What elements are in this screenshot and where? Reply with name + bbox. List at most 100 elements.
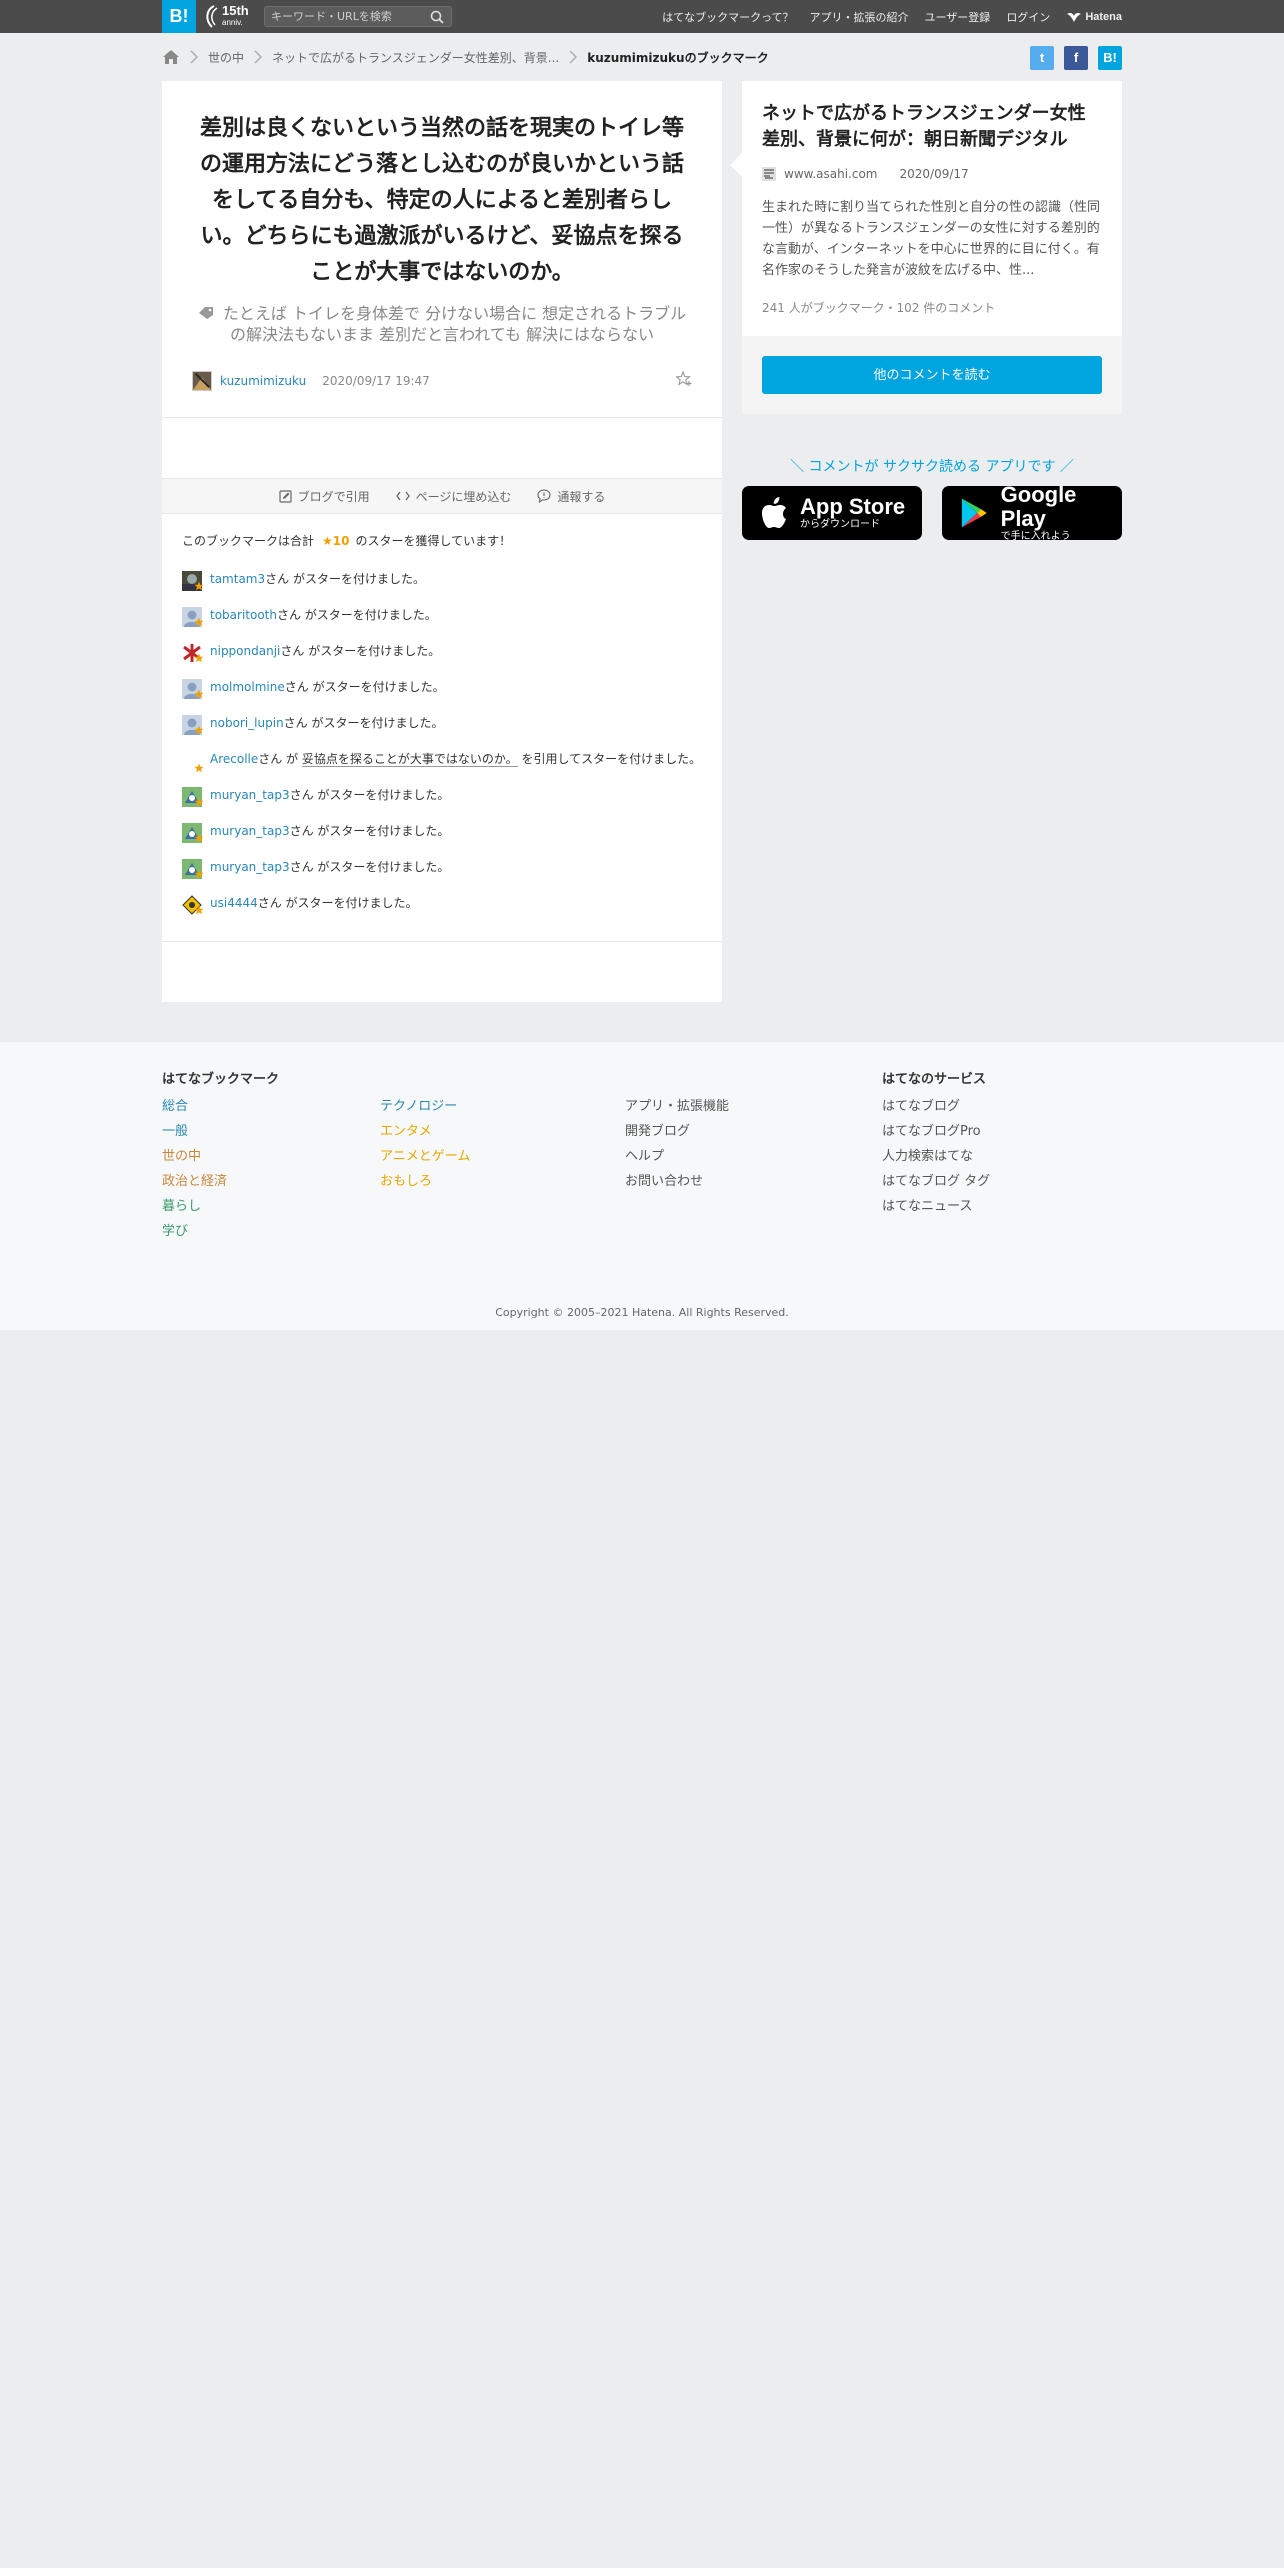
star-user-link[interactable]: nippondanji [210,644,280,658]
laurel-icon [206,5,218,28]
hatena-bookmark-logo[interactable]: B! [162,0,196,33]
edit-icon [278,489,292,503]
star-row: nobori_lupinさん がスターを付けました。 [182,715,702,751]
entry-description: 生まれた時に割り当てられた性別と自分の性の認識（性同一性）が異なるトランスジェン… [762,200,1101,278]
hatena-logo-text: Hatena [1085,10,1122,23]
app-promo-text: ＼ コメントが サクサク読める アプリです ／ [790,459,1074,475]
footer-link[interactable]: お問い合わせ [625,1169,729,1194]
search-icon[interactable] [430,10,444,24]
star-row-text: さん がスターを付けました。 [280,644,441,658]
bookmark-tags: たとえば トイレを身体差で 分けない場合に 想定されるトラブル の解決法もないま… [192,303,692,345]
favicon-icon [762,167,776,181]
star-row-text: さん がスターを付けました。 [289,788,450,802]
app-store-button[interactable]: App Store からダウンロード [742,486,922,540]
star-row-quote: Arecolleさん が 妥協点を探ることが大事ではないのか。 を引用してスター… [182,751,702,787]
hatena-share-button[interactable]: B! [1098,46,1122,70]
twitter-share-button[interactable]: t [1030,46,1054,70]
footer-category-link[interactable]: 政治と経済 [162,1169,227,1194]
15th-anniversary-logo: 15th anniv. [202,4,254,29]
star-user-link[interactable]: usi4444 [210,896,258,910]
footer-service-link[interactable]: はてなブログPro [882,1119,990,1144]
read-comments-button[interactable]: 他のコメントを読む [762,356,1102,394]
stars-summary-suffix: のスターを獲得しています！ [355,534,512,548]
star-user-link[interactable]: Arecolle [210,752,258,766]
star-user-link[interactable]: muryan_tap3 [210,824,290,838]
entry-stats[interactable]: 241 人がブックマーク・102 件のコメント [762,299,1102,336]
breadcrumb-current: kuzumimizukuのブックマーク [587,50,769,65]
star-icon [194,581,204,591]
star-row-text: を引用してスターを付けました。 [517,752,702,766]
bookmark-user-link[interactable]: kuzumimizuku [220,374,306,388]
footer-link[interactable]: ヘルプ [625,1144,729,1169]
star-quote: 妥協点を探ることが大事ではないのか。 [301,752,518,767]
ad-space-bottom [162,942,722,1002]
footer-category-link[interactable]: 学び [162,1219,227,1244]
avatar[interactable] [192,371,212,391]
star-icon [194,763,204,773]
tags-line-1[interactable]: たとえば トイレを身体差で 分けない場合に 想定されるトラブル [223,304,686,323]
main-content: 差別は良くないという当然の話を現実のトイレ等の運用方法にどう落とし込むのが良いか… [162,81,1122,1002]
nav-apps[interactable]: アプリ・拡張の紹介 [810,9,909,25]
footer-categories-col1: 総合 一般 世の中 政治と経済 暮らし 学び [162,1094,227,1244]
footer-category-link[interactable]: 総合 [162,1094,227,1119]
entry-meta: www.asahi.com 2020/09/17 [762,167,1102,181]
report-button[interactable]: 通報する [537,488,605,505]
nav-about[interactable]: はてなブックマークって？ [662,9,793,25]
facebook-share-button[interactable]: f [1064,46,1088,70]
footer-services-col: はてなブログ はてなブログPro 人力検索はてな はてなブログ タグ はてなニュ… [882,1094,990,1219]
footer-services-heading: はてなのサービス [882,1072,987,1087]
star-row: tamtam3さん がスターを付けました。 [182,571,702,607]
star-user-link[interactable]: tamtam3 [210,572,265,586]
nav-register[interactable]: ユーザー登録 [925,9,991,25]
google-play-button[interactable]: Google Play で手に入れよう [942,483,1122,542]
apple-icon [762,497,786,528]
footer-service-link[interactable]: はてなブログ タグ [882,1169,990,1194]
star-user-link[interactable]: nobori_lupin [210,716,284,730]
entry-domain[interactable]: www.asahi.com [784,167,878,181]
footer-service-link[interactable]: はてなブログ [882,1094,990,1119]
blog-quote-button[interactable]: ブログで引用 [278,488,370,505]
footer-category-link[interactable]: アニメとゲーム [380,1144,470,1169]
breadcrumb-entry[interactable]: ネットで広がるトランスジェンダー女性差別、背景... [272,49,559,66]
star-icon [194,833,204,843]
search-input[interactable] [271,8,421,25]
footer-category-link[interactable]: エンタメ [380,1119,470,1144]
bookmark-comment: 差別は良くないという当然の話を現実のトイレ等の運用方法にどう落とし込むのが良いか… [199,116,684,285]
bookmark-actions: ブログで引用 ページに埋め込む 通報する [162,479,722,514]
star-user-link[interactable]: tobaritooth [210,608,277,622]
star-user-link[interactable]: molmolmine [210,680,285,694]
home-icon[interactable] [162,49,180,65]
star-user-link[interactable]: muryan_tap3 [210,860,290,874]
top-nav: はてなブックマークって？ アプリ・拡張の紹介 ユーザー登録 ログイン Haten… [646,0,1122,33]
anniversary-number: 15th anniv. [222,4,249,28]
bookmark-comment-block: 差別は良くないという当然の話を現実のトイレ等の運用方法にどう落とし込むのが良いか… [162,81,722,418]
star-row-text: さん がスターを付けました。 [265,572,425,586]
footer-category-link[interactable]: 暮らし [162,1194,227,1219]
star-icon [194,905,204,915]
entry-title[interactable]: ネットで広がるトランスジェンダー女性差別、背景に何が：朝日新聞デジタル [762,101,1102,153]
stars-section: このブックマークは合計 ★10 のスターを獲得しています！ tamtam3さん がス… [162,514,722,942]
bookmark-panel: 差別は良くないという当然の話を現実のトイレ等の運用方法にどう落とし込むのが良いか… [162,81,722,1002]
breadcrumb-category[interactable]: 世の中 [208,49,244,66]
footer-link[interactable]: 開発ブログ [625,1119,729,1144]
footer-link[interactable]: アプリ・拡張機能 [625,1094,729,1119]
footer-service-link[interactable]: 人力検索はてな [882,1144,990,1169]
google-play-sublabel: で手に入れよう [1000,531,1071,542]
footer-category-link[interactable]: 世の中 [162,1144,227,1169]
footer-service-link[interactable]: はてなニュース [882,1194,990,1219]
nav-login[interactable]: ログイン [1006,9,1050,25]
star-user-link[interactable]: muryan_tap3 [210,788,290,802]
add-star-icon[interactable] [676,371,692,387]
footer-category-link[interactable]: テクノロジー [380,1094,470,1119]
bookmark-date: 2020/09/17 19:47 [322,374,430,388]
star-row-text: さん がスターを付けました。 [276,608,437,622]
comments-button-wrap: 他のコメントを読む [742,336,1122,414]
star-row: muryan_tap3さん がスターを付けました。 [182,787,702,823]
star-icon [194,725,204,735]
hatena-logo-link[interactable]: Hatena [1066,11,1122,23]
embed-button[interactable]: ページに埋め込む [395,488,511,505]
google-play-icon [961,498,987,528]
footer-category-link[interactable]: おもしろ [380,1169,470,1194]
footer-category-link[interactable]: 一般 [162,1119,227,1144]
tags-line-2[interactable]: の解決法もないまま 差別だと言われても 解決にはならない [230,325,654,344]
